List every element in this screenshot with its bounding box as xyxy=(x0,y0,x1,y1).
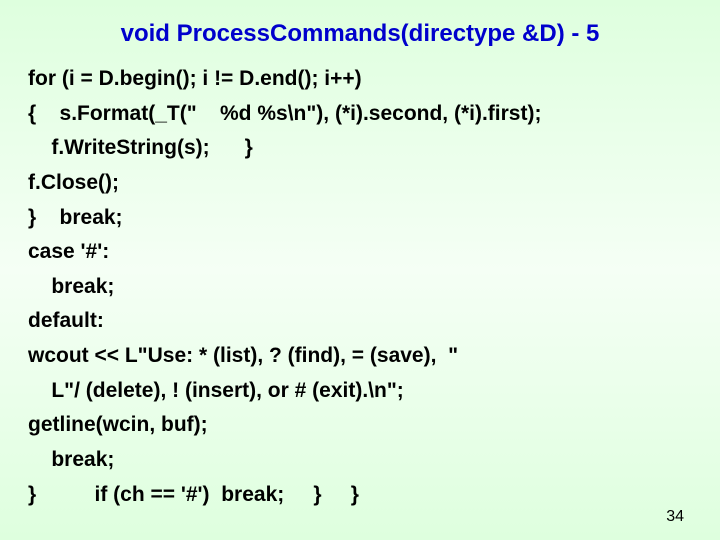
code-line: } break; xyxy=(28,201,692,236)
code-line: { s.Format(_T(" %d %s\n"), (*i).second, … xyxy=(28,97,692,132)
code-line: } if (ch == '#') break; } } xyxy=(28,478,692,513)
code-line: break; xyxy=(28,443,692,478)
page-number: 34 xyxy=(666,508,684,526)
code-line: wcout << L"Use: * (list), ? (find), = (s… xyxy=(28,339,692,374)
code-line: f.WriteString(s); } xyxy=(28,131,692,166)
slide-title: void ProcessCommands(directype &D) - 5 xyxy=(28,20,692,48)
code-line: L"/ (delete), ! (insert), or # (exit).\n… xyxy=(28,374,692,409)
code-line: for (i = D.begin(); i != D.end(); i++) xyxy=(28,62,692,97)
code-line: f.Close(); xyxy=(28,166,692,201)
code-line: case '#': xyxy=(28,235,692,270)
code-line: break; xyxy=(28,270,692,305)
code-line: getline(wcin, buf); xyxy=(28,408,692,443)
code-line: default: xyxy=(28,304,692,339)
